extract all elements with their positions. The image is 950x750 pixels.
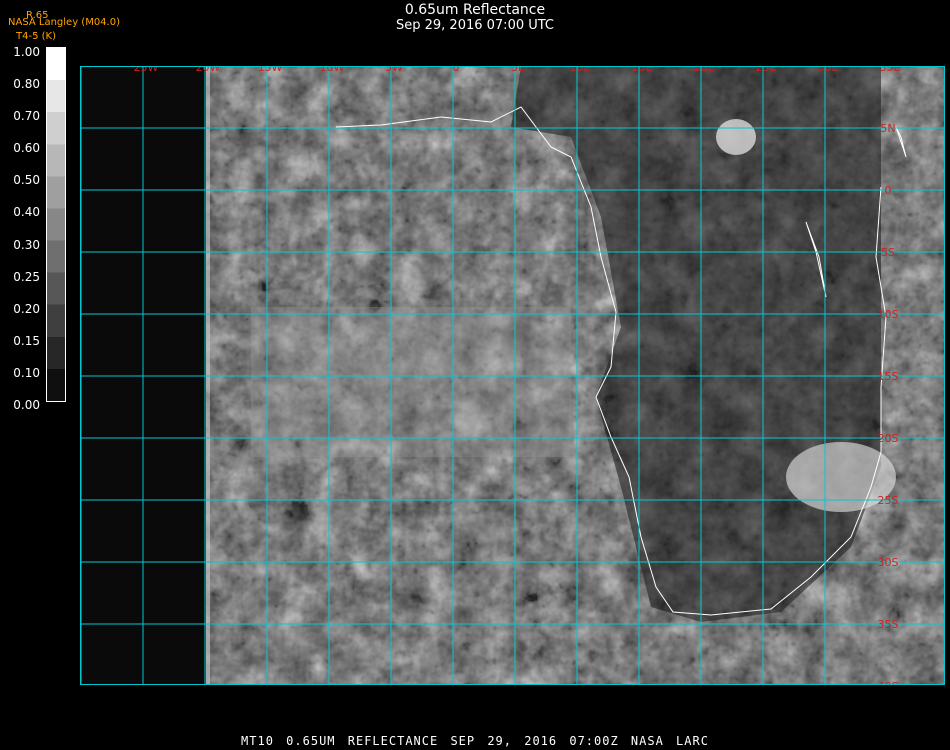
latitude-label: 5S: [881, 246, 895, 259]
longitude-label: 30E: [818, 67, 839, 74]
longitude-label: 10E: [570, 67, 591, 74]
longitude-label: 15E: [632, 67, 653, 74]
colorbar-tick-label: 0.70: [13, 109, 40, 124]
colorbar: [46, 47, 66, 402]
longitude-label: 10W: [320, 67, 345, 74]
map-svg: 25W 20W 15W 10W 5W 0 5E 10E 15E 20E 25E 30E 35E 5N 0 5S…: [80, 61, 944, 693]
colorbar-tick-label: 0.25: [13, 269, 40, 284]
latitude-label: 0: [885, 184, 892, 197]
latitude-label: 30S: [878, 556, 899, 569]
longitude-label: 5E: [511, 67, 525, 74]
map-title: 0.65um Reflectance: [404, 2, 546, 18]
longitude-label: 25W: [134, 67, 159, 74]
longitude-label: 5W: [385, 67, 403, 74]
latitude-label: 35S: [878, 618, 899, 631]
footer-caption: MT10 0.65UM REFLECTANCE SEP 29, 2016 07:…: [241, 734, 709, 748]
map-subtitle: Sep 29, 2016 07:00 UTC: [395, 18, 555, 33]
colorbar-tick-label: 0.40: [13, 205, 40, 220]
latitude-label: 5N: [880, 122, 895, 135]
longitude-label: 20W: [196, 67, 221, 74]
colorbar-tick-label: 0.80: [13, 77, 40, 92]
colorbar-tick-label: 0.20: [13, 301, 40, 316]
latitude-label: 10S: [878, 308, 899, 321]
satellite-map: 25W 20W 15W 10W 5W 0 5E 10E 15E 20E 25E 30E 35E 5N 0 5S…: [80, 61, 945, 693]
colorbar-tick-label: 1.00: [13, 45, 40, 59]
colorbar-subvariable: T4-5 (K): [16, 31, 56, 42]
colorbar-tick-label: 0.60: [13, 141, 40, 156]
longitude-label: 20E: [694, 67, 715, 74]
latitude-label: 15S: [878, 370, 899, 383]
colorbar-tick-label: 0.00: [13, 398, 40, 412]
colorbar-tick-label: 0.30: [13, 237, 40, 252]
latitude-label: 25S: [878, 494, 899, 507]
longitude-label: 15W: [258, 67, 283, 74]
colorbar-tick-label: 0.50: [13, 173, 40, 188]
colorbar-tick-label: 0.10: [13, 365, 40, 380]
longitude-label: 35E: [880, 67, 901, 74]
longitude-label: 0: [453, 67, 460, 74]
latitude-label: 20S: [878, 432, 899, 445]
longitude-label: 25E: [756, 67, 777, 74]
colorbar-tick-label: 0.15: [13, 333, 40, 348]
institution-label: NASA Langley (M04.0): [8, 17, 120, 28]
latitude-label: 40S: [878, 680, 899, 684]
